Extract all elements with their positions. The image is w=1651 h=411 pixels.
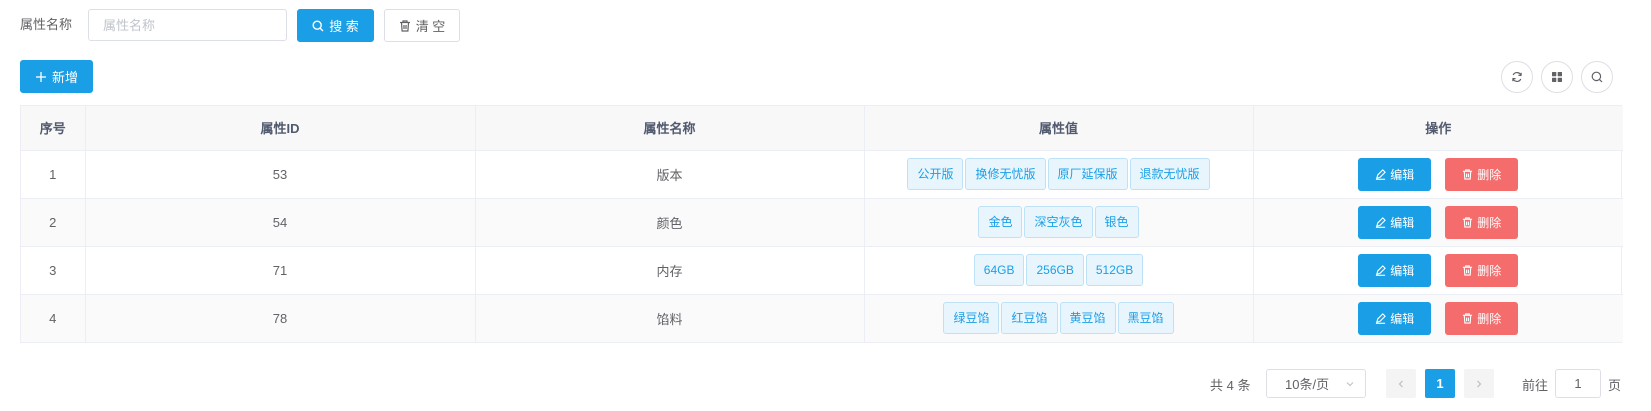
page-number-1[interactable]: 1 xyxy=(1425,369,1455,398)
delete-button[interactable]: 删除 xyxy=(1445,157,1519,191)
refresh-icon xyxy=(1512,71,1522,83)
header-values: 属性值 xyxy=(864,106,1254,151)
plus-icon xyxy=(35,71,46,82)
cell-actions: 编辑 删除 xyxy=(1253,150,1623,199)
trash-icon xyxy=(1463,168,1473,180)
page-size-select[interactable]: 10条/页 xyxy=(1266,369,1366,398)
page-size-value: 10条/页 xyxy=(1285,377,1330,392)
cell-actions: 编辑 删除 xyxy=(1253,294,1623,342)
search-button[interactable]: 搜 索 xyxy=(297,9,374,42)
value-tag: 黑豆馅 xyxy=(1117,302,1174,335)
cell-values: 公开版 换修无忧版 原厂延保版 退款无忧版 xyxy=(864,150,1254,199)
trash-icon xyxy=(1463,264,1473,276)
edit-label: 编辑 xyxy=(1390,167,1415,182)
cell-actions: 编辑 删除 xyxy=(1253,198,1623,247)
chevron-down-icon xyxy=(1346,381,1354,386)
cell-index: 4 xyxy=(21,294,86,342)
delete-label: 删除 xyxy=(1477,311,1502,326)
columns-button[interactable] xyxy=(1541,61,1573,93)
add-button[interactable]: 新增 xyxy=(20,60,93,93)
cell-index: 1 xyxy=(21,150,86,199)
delete-button[interactable]: 删除 xyxy=(1445,301,1519,335)
search-icon xyxy=(1591,71,1603,83)
cell-actions: 编辑 删除 xyxy=(1253,246,1623,295)
edit-icon xyxy=(1376,216,1387,228)
cell-id: 53 xyxy=(85,150,476,199)
table-row: 3 71 内存 64GB 256GB 512GB 编辑 删除 xyxy=(21,246,1623,295)
value-tag: 原厂延保版 xyxy=(1047,158,1128,190)
value-tag: 64GB xyxy=(973,254,1025,286)
value-tag: 银色 xyxy=(1094,206,1139,238)
trash-icon xyxy=(1463,313,1473,324)
value-tag: 512GB xyxy=(1085,254,1144,286)
search-input[interactable] xyxy=(88,9,287,41)
toggle-search-button[interactable] xyxy=(1581,61,1613,93)
cell-id: 71 xyxy=(85,246,476,295)
cell-name: 内存 xyxy=(475,246,865,295)
edit-button[interactable]: 编辑 xyxy=(1358,157,1432,191)
search-button-label: 搜 索 xyxy=(329,19,359,34)
cell-id: 54 xyxy=(85,198,476,247)
value-tag: 黄豆馅 xyxy=(1059,302,1116,335)
search-icon xyxy=(312,19,324,31)
header-actions: 操作 xyxy=(1253,106,1623,151)
cell-name: 馅料 xyxy=(475,294,865,342)
edit-label: 编辑 xyxy=(1390,311,1415,326)
header-name: 属性名称 xyxy=(475,106,865,151)
cell-id: 78 xyxy=(85,294,476,342)
cell-name: 版本 xyxy=(475,150,865,199)
pagination-total: 共 4 条 xyxy=(1210,378,1251,393)
edit-label: 编辑 xyxy=(1390,215,1415,230)
prev-page-button[interactable] xyxy=(1386,369,1416,398)
add-button-label: 新增 xyxy=(51,70,78,85)
value-tag: 金色 xyxy=(978,206,1023,238)
value-tag: 红豆馅 xyxy=(1001,302,1058,335)
table-row: 2 54 颜色 金色 深空灰色 银色 编辑 删除 xyxy=(21,198,1623,247)
page-suffix: 页 xyxy=(1608,378,1622,393)
header-index: 序号 xyxy=(21,106,86,151)
clear-button[interactable]: 清 空 xyxy=(384,9,460,42)
attribute-table: 序号 属性ID 属性名称 属性值 操作 1 53 版本 公开版 换修无忧版 原厂… xyxy=(20,105,1623,343)
search-label: 属性名称 xyxy=(20,17,73,32)
cell-values: 绿豆馅 红豆馅 黄豆馅 黑豆馅 xyxy=(864,294,1254,342)
value-tag: 绿豆馅 xyxy=(943,302,1000,335)
goto-label: 前往 xyxy=(1522,378,1549,393)
edit-button[interactable]: 编辑 xyxy=(1358,301,1432,335)
cell-values: 64GB 256GB 512GB xyxy=(864,246,1254,295)
edit-label: 编辑 xyxy=(1390,263,1415,278)
trash-icon xyxy=(1463,216,1473,228)
delete-button[interactable]: 删除 xyxy=(1445,253,1519,287)
table-row: 4 78 馅料 绿豆馅 红豆馅 黄豆馅 黑豆馅 编辑 删除 xyxy=(21,294,1623,342)
edit-icon xyxy=(1376,312,1387,324)
value-tag: 换修无忧版 xyxy=(965,158,1046,190)
edit-button[interactable]: 编辑 xyxy=(1358,205,1432,239)
refresh-button[interactable] xyxy=(1501,61,1533,93)
value-tag: 256GB xyxy=(1026,254,1084,286)
cell-values: 金色 深空灰色 银色 xyxy=(864,198,1254,247)
delete-label: 删除 xyxy=(1477,167,1502,182)
cell-index: 2 xyxy=(21,198,86,247)
cell-index: 3 xyxy=(21,246,86,295)
value-tag: 深空灰色 xyxy=(1024,206,1093,238)
cell-name: 颜色 xyxy=(475,198,865,247)
chevron-right-icon xyxy=(1477,380,1482,387)
next-page-button[interactable] xyxy=(1464,369,1494,398)
trash-icon xyxy=(399,19,410,32)
edit-button[interactable]: 编辑 xyxy=(1358,253,1432,287)
edit-icon xyxy=(1376,168,1387,180)
table-header-row: 序号 属性ID 属性名称 属性值 操作 xyxy=(21,106,1623,151)
header-id: 属性ID xyxy=(85,106,476,151)
value-tag: 公开版 xyxy=(907,158,964,190)
clear-button-label: 清 空 xyxy=(415,19,446,34)
delete-button[interactable]: 删除 xyxy=(1445,205,1519,239)
grid-icon xyxy=(1552,72,1562,82)
goto-page-input[interactable] xyxy=(1555,369,1601,398)
table-row: 1 53 版本 公开版 换修无忧版 原厂延保版 退款无忧版 编辑 删除 xyxy=(21,150,1623,199)
delete-label: 删除 xyxy=(1477,263,1502,278)
chevron-left-icon xyxy=(1398,380,1403,387)
value-tag: 退款无忧版 xyxy=(1129,158,1210,190)
delete-label: 删除 xyxy=(1477,215,1502,230)
edit-icon xyxy=(1376,264,1387,276)
